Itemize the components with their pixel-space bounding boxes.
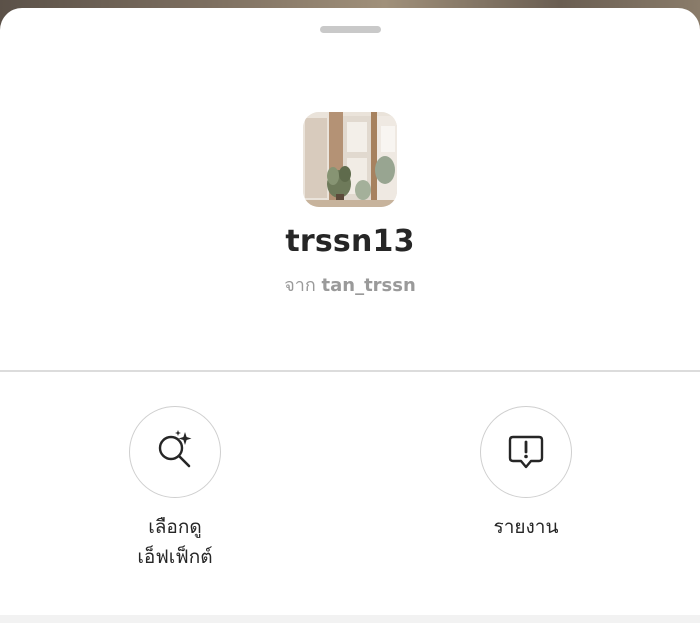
browse-effects-circle[interactable] xyxy=(129,406,221,498)
byline-prefix: จาก xyxy=(284,275,316,296)
bottom-edge xyxy=(0,615,700,623)
effect-author-line: จาก tan_trssn xyxy=(0,270,700,299)
report-circle[interactable] xyxy=(480,406,572,498)
effect-bottom-sheet: trssn13 จาก tan_trssn เลือกดู เอ็ฟเฟ็กต์… xyxy=(0,8,700,623)
browse-effects-button[interactable]: เลือกดู เอ็ฟเฟ็กต์ xyxy=(80,406,270,572)
report-icon xyxy=(508,435,544,469)
effect-thumbnail xyxy=(303,112,397,207)
effect-name: trssn13 xyxy=(285,224,415,259)
author-link[interactable]: tan_trssn xyxy=(322,275,416,296)
divider xyxy=(0,370,700,372)
browse-effects-label: เลือกดู เอ็ฟเฟ็กต์ xyxy=(137,516,213,568)
report-label: รายงาน xyxy=(493,516,559,538)
report-button[interactable]: รายงาน xyxy=(431,406,621,542)
drag-handle[interactable] xyxy=(320,26,381,33)
search-sparkle-icon xyxy=(158,430,192,468)
